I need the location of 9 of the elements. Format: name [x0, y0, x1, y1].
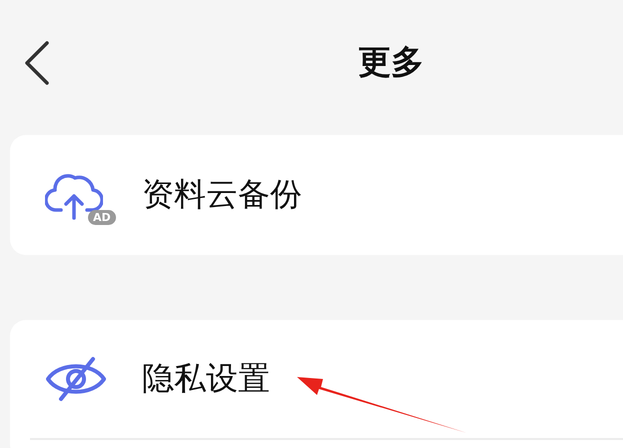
settings-item[interactable]: 隐私设置 — [10, 320, 623, 438]
ad-badge: AD — [88, 210, 116, 225]
item-label: 隐私设置 — [142, 358, 270, 399]
page-title: 更多 — [358, 41, 424, 83]
back-button[interactable] — [24, 40, 50, 84]
back-chevron-icon — [24, 40, 50, 84]
settings-item[interactable]: AD 资料云备份 — [10, 135, 623, 255]
item-label: 资料云备份 — [142, 174, 302, 215]
eye-slash-icon — [45, 356, 107, 402]
